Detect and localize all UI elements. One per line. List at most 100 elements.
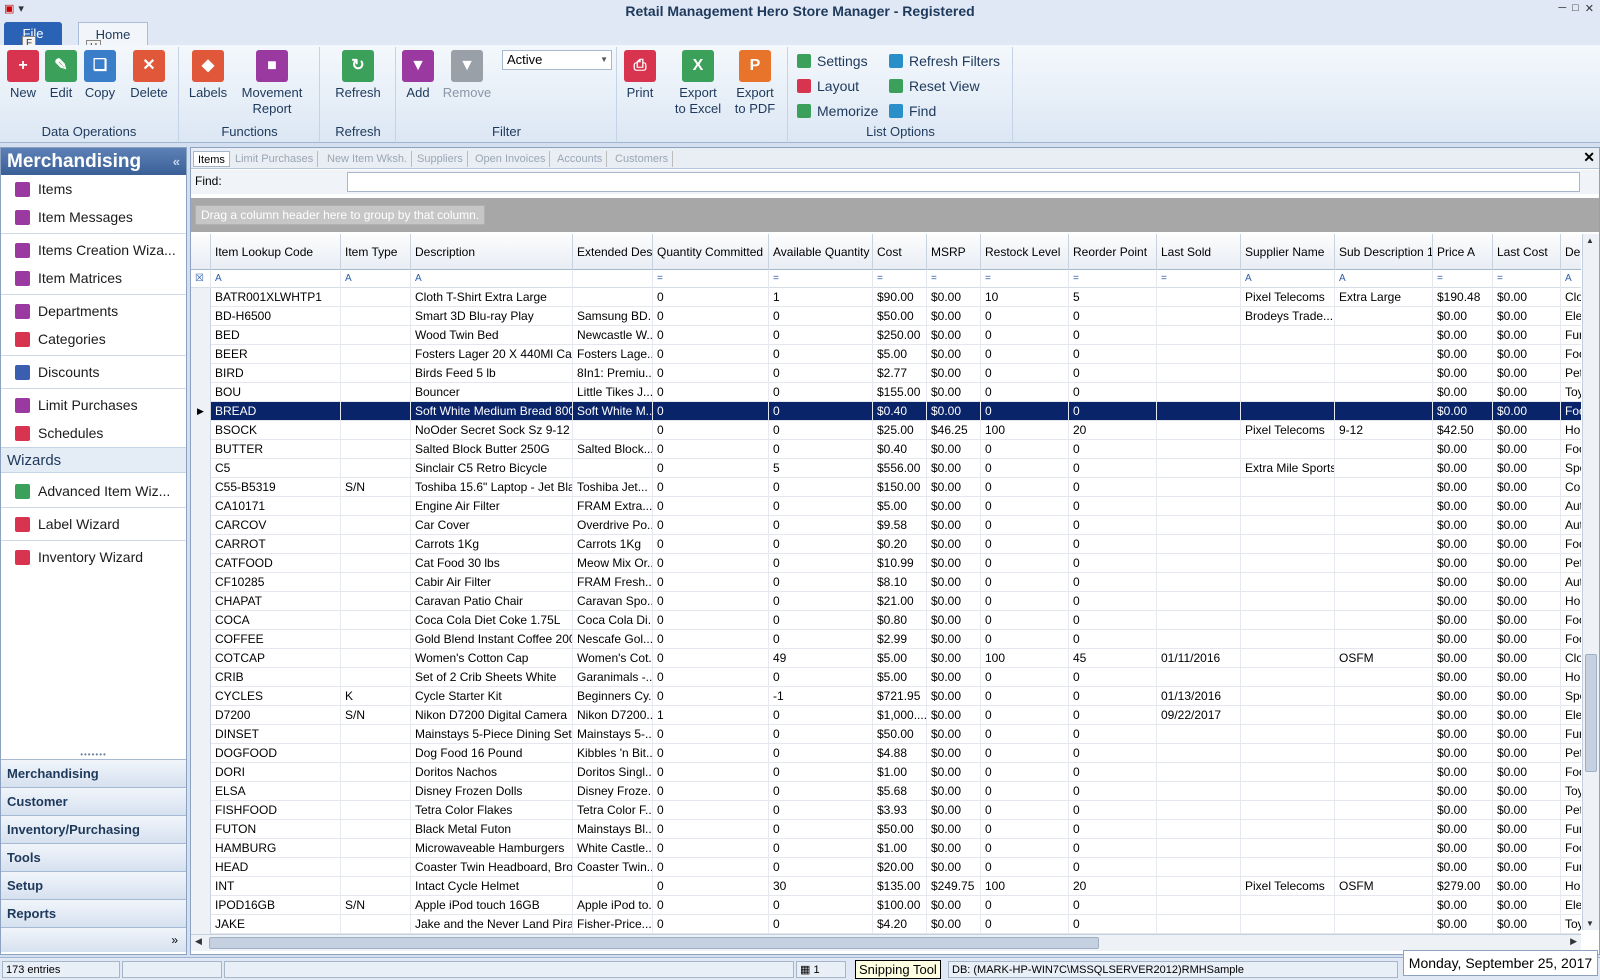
cell-sub-description-1[interactable]: 9-12 bbox=[1335, 421, 1433, 440]
cell-description[interactable]: Dog Food 16 Pound bbox=[411, 744, 573, 763]
table-row[interactable]: COTCAP Women's Cotton Cap Women's Cot... 0 4… bbox=[191, 649, 1581, 668]
cell-extended-description[interactable]: Overdrive Po... bbox=[573, 516, 653, 535]
cell-extended-description[interactable]: Meow Mix Or... bbox=[573, 554, 653, 573]
cell-price-a[interactable]: $190.48 bbox=[1433, 288, 1493, 307]
cell-available-quantity[interactable]: 0 bbox=[769, 896, 873, 915]
cell-last-cost[interactable]: $0.00 bbox=[1493, 592, 1561, 611]
cell-last-cost[interactable]: $0.00 bbox=[1493, 497, 1561, 516]
cell-last-cost[interactable]: $0.00 bbox=[1493, 288, 1561, 307]
vertical-scrollbar[interactable]: ▲ ▼ bbox=[1582, 234, 1599, 930]
cell-item-lookup-code[interactable]: BIRD bbox=[211, 364, 341, 383]
cell-msrp[interactable]: $0.00 bbox=[927, 706, 981, 725]
cell-sub-description-1[interactable]: OSFM bbox=[1335, 877, 1433, 896]
cell-cost[interactable]: $5.68 bbox=[873, 782, 927, 801]
cell-last-sold[interactable] bbox=[1157, 307, 1241, 326]
table-row[interactable]: CHAPAT Caravan Patio Chair Caravan Spo... 0… bbox=[191, 592, 1581, 611]
cell-item-type[interactable] bbox=[341, 744, 411, 763]
cell-last-cost[interactable]: $0.00 bbox=[1493, 402, 1561, 421]
cell-available-quantity[interactable]: 0 bbox=[769, 630, 873, 649]
cell-msrp[interactable]: $0.00 bbox=[927, 611, 981, 630]
cell-dep[interactable]: Hol bbox=[1561, 877, 1581, 896]
cell-description[interactable]: Women's Cotton Cap bbox=[411, 649, 573, 668]
table-row[interactable]: C55-B5319 S/N Toshiba 15.6" Laptop - Jet B… bbox=[191, 478, 1581, 497]
cell-price-a[interactable]: $0.00 bbox=[1433, 478, 1493, 497]
cell-supplier-name[interactable] bbox=[1241, 915, 1335, 934]
cell-sub-description-1[interactable] bbox=[1335, 896, 1433, 915]
cell-item-type[interactable] bbox=[341, 383, 411, 402]
cell-dep[interactable]: Fur bbox=[1561, 725, 1581, 744]
cell-restock-level[interactable]: 0 bbox=[981, 630, 1069, 649]
cell-available-quantity[interactable]: 0 bbox=[769, 440, 873, 459]
cell-price-a[interactable]: $0.00 bbox=[1433, 649, 1493, 668]
cell-reorder-point[interactable]: 0 bbox=[1069, 858, 1157, 877]
cell-price-a[interactable]: $0.00 bbox=[1433, 611, 1493, 630]
cell-price-a[interactable]: $0.00 bbox=[1433, 763, 1493, 782]
cell-cost[interactable]: $5.00 bbox=[873, 497, 927, 516]
cell-sub-description-1[interactable] bbox=[1335, 820, 1433, 839]
sidebar-item-schedules[interactable]: Schedules bbox=[1, 419, 186, 447]
cell-description[interactable]: Sinclair C5 Retro Bicycle bbox=[411, 459, 573, 478]
filter-cell-available-quantity[interactable]: = bbox=[769, 270, 873, 288]
cell-msrp[interactable]: $0.00 bbox=[927, 801, 981, 820]
cell-quantity-committed[interactable]: 0 bbox=[653, 820, 769, 839]
layout-button[interactable]: Layout bbox=[797, 75, 859, 97]
cell-dep[interactable]: Toy bbox=[1561, 383, 1581, 402]
row-indicator[interactable] bbox=[191, 345, 211, 364]
cell-last-cost[interactable]: $0.00 bbox=[1493, 345, 1561, 364]
cell-price-a[interactable]: $0.00 bbox=[1433, 630, 1493, 649]
table-row[interactable]: BED Wood Twin Bed Newcastle W... 0 0 $250.00 $… bbox=[191, 326, 1581, 345]
cell-last-sold[interactable] bbox=[1157, 554, 1241, 573]
cell-description[interactable]: Carrots 1Kg bbox=[411, 535, 573, 554]
cell-description[interactable]: Coca Cola Diet Coke 1.75L bbox=[411, 611, 573, 630]
cell-reorder-point[interactable]: 0 bbox=[1069, 896, 1157, 915]
cell-price-a[interactable]: $0.00 bbox=[1433, 801, 1493, 820]
cell-last-sold[interactable] bbox=[1157, 402, 1241, 421]
cell-msrp[interactable]: $0.00 bbox=[927, 497, 981, 516]
cell-extended-description[interactable]: Garanimals -... bbox=[573, 668, 653, 687]
cell-restock-level[interactable]: 0 bbox=[981, 459, 1069, 478]
cell-dep[interactable]: Pet bbox=[1561, 554, 1581, 573]
cell-available-quantity[interactable]: 0 bbox=[769, 497, 873, 516]
cell-price-a[interactable]: $0.00 bbox=[1433, 915, 1493, 934]
cell-restock-level[interactable]: 0 bbox=[981, 402, 1069, 421]
table-row[interactable]: BATR001XLWHTP1 Cloth T-Shirt Extra Large 0… bbox=[191, 288, 1581, 307]
cell-restock-level[interactable]: 0 bbox=[981, 440, 1069, 459]
scroll-down-icon[interactable]: ▼ bbox=[1586, 919, 1594, 928]
cell-extended-description[interactable]: Samsung BD... bbox=[573, 307, 653, 326]
cell-restock-level[interactable]: 0 bbox=[981, 478, 1069, 497]
cell-dep[interactable]: Foo bbox=[1561, 839, 1581, 858]
sidebar-item-discounts[interactable]: Discounts bbox=[1, 358, 186, 386]
cell-sub-description-1[interactable] bbox=[1335, 630, 1433, 649]
cell-last-cost[interactable]: $0.00 bbox=[1493, 307, 1561, 326]
cell-reorder-point[interactable]: 0 bbox=[1069, 782, 1157, 801]
cell-restock-level[interactable]: 0 bbox=[981, 592, 1069, 611]
table-row[interactable]: BD-H6500 Smart 3D Blu-ray Play Samsung BD.… bbox=[191, 307, 1581, 326]
cell-quantity-committed[interactable]: 0 bbox=[653, 402, 769, 421]
table-row[interactable]: D7200 S/N Nikon D7200 Digital Camera Nikon … bbox=[191, 706, 1581, 725]
cell-item-type[interactable] bbox=[341, 535, 411, 554]
cell-item-type[interactable] bbox=[341, 649, 411, 668]
table-row[interactable]: BSOCK NoOder Secret Sock Sz 9-12 0 0 $25.00 $… bbox=[191, 421, 1581, 440]
cell-quantity-committed[interactable]: 0 bbox=[653, 288, 769, 307]
filter-cell-last-sold[interactable]: = bbox=[1157, 270, 1241, 288]
cell-item-lookup-code[interactable]: BATR001XLWHTP1 bbox=[211, 288, 341, 307]
cell-item-lookup-code[interactable]: COTCAP bbox=[211, 649, 341, 668]
cell-reorder-point[interactable]: 0 bbox=[1069, 383, 1157, 402]
cell-quantity-committed[interactable]: 0 bbox=[653, 459, 769, 478]
cell-sub-description-1[interactable] bbox=[1335, 687, 1433, 706]
cell-quantity-committed[interactable]: 0 bbox=[653, 839, 769, 858]
cell-description[interactable]: Doritos Nachos bbox=[411, 763, 573, 782]
cell-last-cost[interactable]: $0.00 bbox=[1493, 839, 1561, 858]
cell-item-lookup-code[interactable]: CYCLES bbox=[211, 687, 341, 706]
cell-item-type[interactable] bbox=[341, 858, 411, 877]
cell-item-lookup-code[interactable]: BD-H6500 bbox=[211, 307, 341, 326]
cell-item-lookup-code[interactable]: BREAD bbox=[211, 402, 341, 421]
cell-last-sold[interactable] bbox=[1157, 611, 1241, 630]
cell-sub-description-1[interactable] bbox=[1335, 858, 1433, 877]
cell-item-type[interactable] bbox=[341, 801, 411, 820]
cell-reorder-point[interactable]: 0 bbox=[1069, 687, 1157, 706]
cell-msrp[interactable]: $0.00 bbox=[927, 630, 981, 649]
cell-sub-description-1[interactable] bbox=[1335, 459, 1433, 478]
cell-item-lookup-code[interactable]: CATFOOD bbox=[211, 554, 341, 573]
cell-available-quantity[interactable]: 0 bbox=[769, 345, 873, 364]
